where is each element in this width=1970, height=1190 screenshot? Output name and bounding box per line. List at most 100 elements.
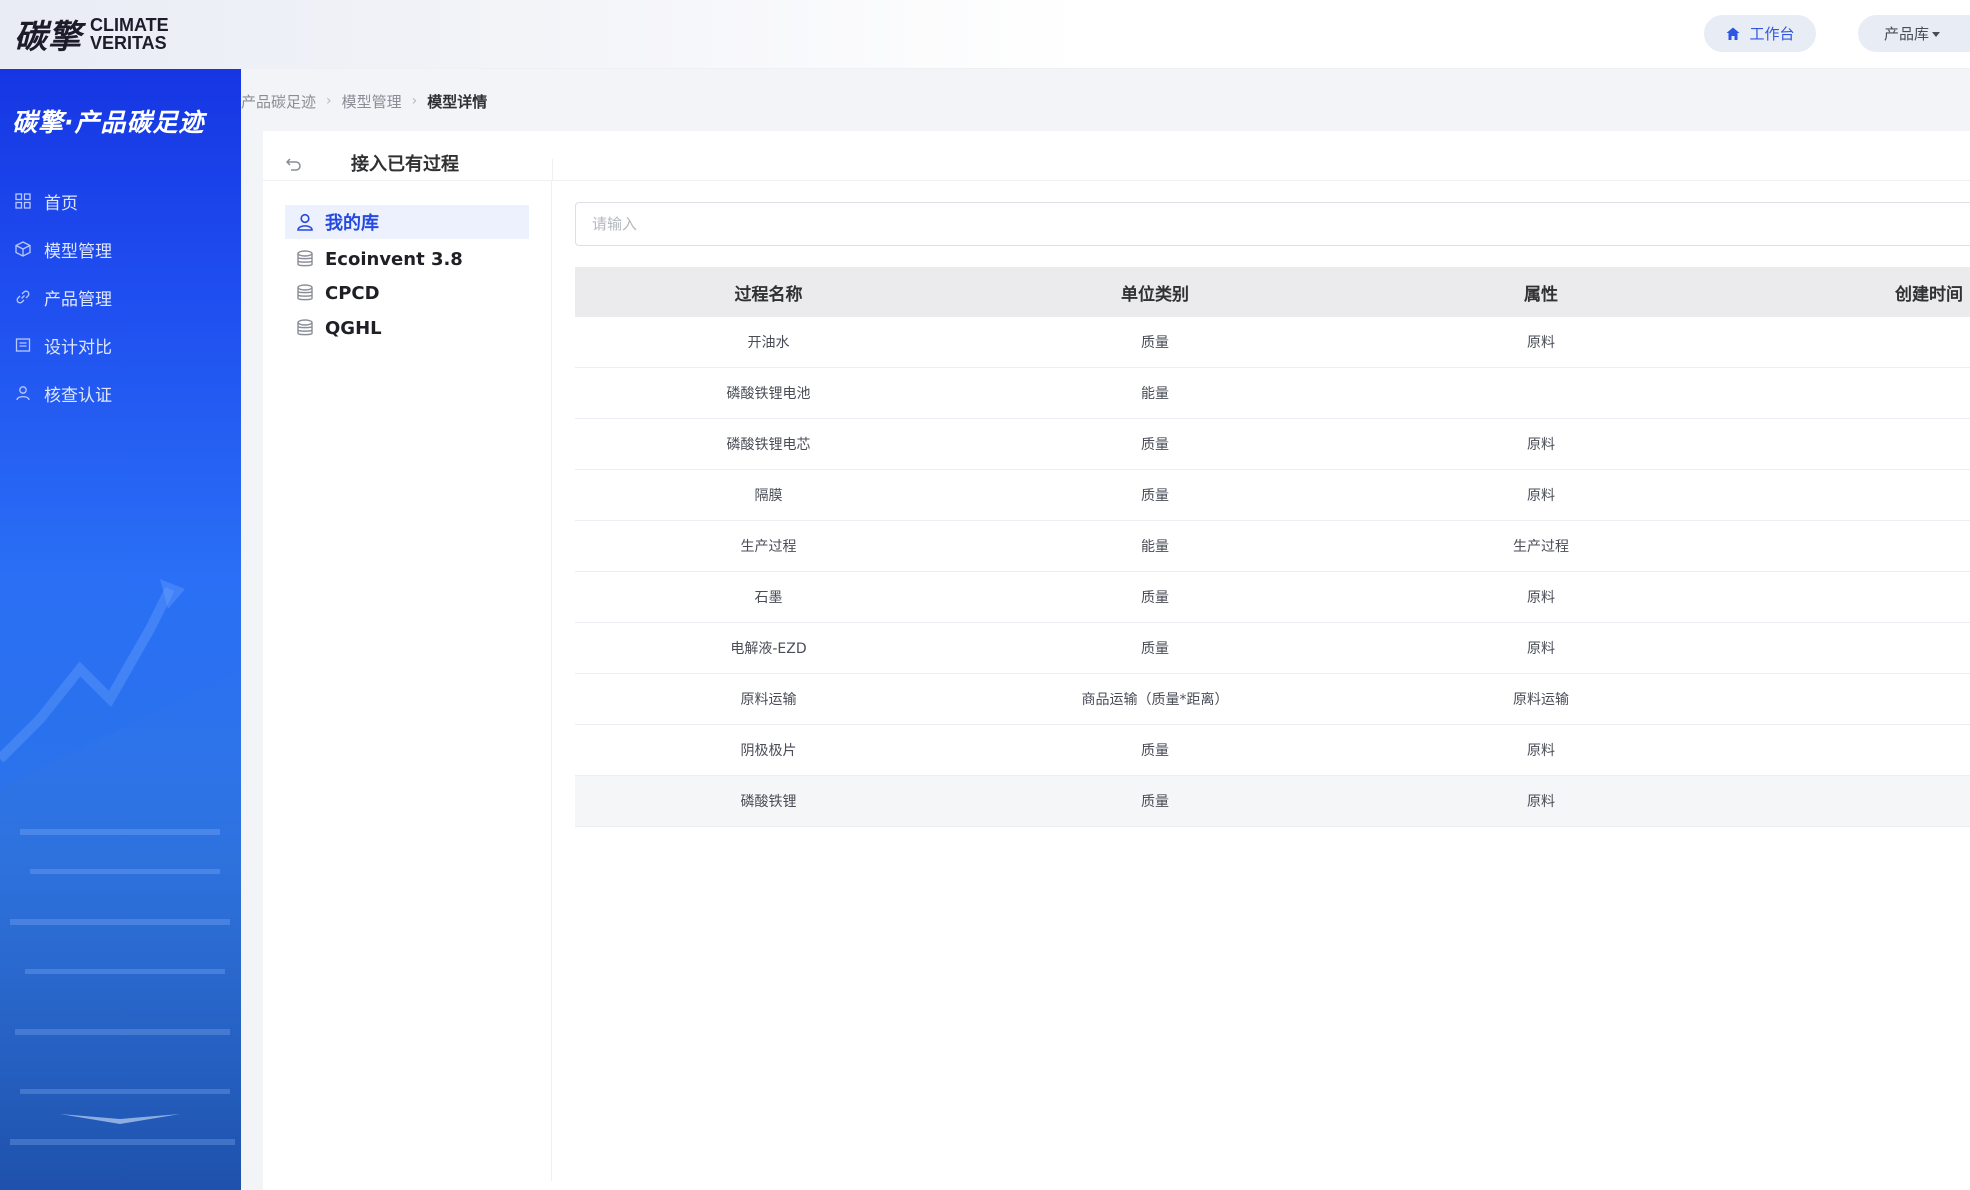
- process-table: 过程名称 单位类别 属性 创建时间 开油水 质量 原料 磷酸铁锂电池 能量 磷酸铁锂电芯质…: [575, 267, 1970, 827]
- product-library-dropdown[interactable]: 产品库: [1858, 15, 1970, 52]
- cell-process-name: 电解液-EZD: [730, 641, 807, 657]
- breadcrumb: 产品碳足迹 › 模型管理 › 模型详情: [241, 89, 487, 113]
- table-body: 开油水 质量 原料 磷酸铁锂电池 能量 磷酸铁锂电芯 质量 原料 隔膜 质量 原料 生产过程 能量 生产过…: [575, 317, 1970, 827]
- cell-unit-type: 质量: [1141, 437, 1169, 453]
- library-item-qghl[interactable]: QGHL: [285, 311, 529, 345]
- column-header-unit-type[interactable]: 单位类别: [962, 280, 1348, 305]
- library-item-my-library[interactable]: 我的库: [285, 205, 529, 239]
- workbench-label: 工作台: [1749, 25, 1795, 43]
- library-item-label: CPCD: [325, 282, 380, 304]
- back-icon[interactable]: [285, 155, 303, 173]
- cell-process-name: 磷酸铁锂电芯: [726, 437, 811, 453]
- cell-attribute: 原料: [1527, 335, 1555, 351]
- link-icon: [16, 290, 30, 304]
- cell-attribute: 原料: [1527, 590, 1555, 606]
- cell-unit-type: 质量: [1141, 335, 1169, 351]
- cell-process-name: 原料运输: [740, 692, 797, 708]
- table-row[interactable]: 隔膜 质量 原料: [575, 470, 1970, 521]
- cell-attribute: 原料: [1527, 488, 1555, 504]
- cell-attribute: 原料: [1527, 743, 1555, 759]
- table-row[interactable]: 开油水 质量 原料: [575, 317, 1970, 368]
- home-icon: [1726, 27, 1740, 40]
- cell-unit-type: 质量: [1141, 743, 1169, 759]
- cell-unit-type: 质量: [1141, 794, 1169, 810]
- cell-process-name: 磷酸铁锂电池: [726, 386, 811, 402]
- sidebar-item-label: 首页: [44, 193, 78, 214]
- cell-attribute: 原料: [1527, 794, 1555, 810]
- breadcrumb-item[interactable]: 产品碳足迹: [241, 91, 316, 112]
- table-row[interactable]: 磷酸铁锂 质量 原料: [575, 776, 1970, 827]
- library-item-ecoinvent[interactable]: Ecoinvent 3.8: [285, 242, 529, 276]
- cell-attribute: 原料: [1527, 437, 1555, 453]
- cell-attribute: 原料: [1527, 641, 1555, 657]
- dashboard-icon: [15, 193, 31, 209]
- logo-cn: 碳擎: [14, 17, 82, 56]
- library-item-label: 我的库: [325, 213, 379, 234]
- database-icon: [297, 319, 313, 336]
- table-row[interactable]: 石墨 质量 原料: [575, 572, 1970, 623]
- cell-attribute: 原料运输: [1513, 692, 1569, 708]
- compare-icon: [15, 338, 31, 352]
- caret-down-icon: [1932, 31, 1941, 37]
- logo-en-line2: VERITAS: [90, 33, 167, 53]
- cell-unit-type: 质量: [1141, 590, 1169, 606]
- table-row[interactable]: 生产过程 能量 生产过程: [575, 521, 1970, 572]
- cell-attribute: 生产过程: [1513, 539, 1569, 555]
- column-header-attribute[interactable]: 属性: [1348, 280, 1734, 305]
- sidebar-brand: 碳擎·产品碳足迹: [12, 108, 205, 137]
- column-header-process-name[interactable]: 过程名称: [575, 280, 962, 305]
- cell-process-name: 开油水: [747, 335, 790, 351]
- sidebar: 碳擎·产品碳足迹 首页 模型管理 产品管理 设计对比 核查认证: [0, 69, 241, 1190]
- cell-process-name: 生产过程: [740, 539, 797, 555]
- table-row[interactable]: 磷酸铁锂电芯 质量 原料: [575, 419, 1970, 470]
- database-icon: [297, 250, 313, 267]
- table-row[interactable]: 电解液-EZD 质量 原料: [575, 623, 1970, 674]
- sidebar-item-label: 设计对比: [44, 337, 112, 358]
- sidebar-item-verification[interactable]: 核查认证: [14, 378, 112, 408]
- breadcrumb-separator-icon: ›: [326, 93, 332, 109]
- breadcrumb-item[interactable]: 模型管理: [342, 91, 402, 112]
- library-list: 我的库 Ecoinvent 3.8 CPCD QGHL: [263, 181, 552, 1181]
- cell-unit-type: 质量: [1141, 641, 1169, 657]
- library-item-cpcd[interactable]: CPCD: [285, 276, 529, 310]
- logo-en: CLIMATE VERITAS: [90, 16, 169, 52]
- product-library-label: 产品库: [1884, 25, 1930, 43]
- cell-process-name: 石墨: [754, 590, 783, 606]
- cell-unit-type: 能量: [1141, 539, 1169, 555]
- sidebar-item-label: 核查认证: [44, 385, 112, 406]
- breadcrumb-current: 模型详情: [427, 92, 488, 111]
- sidebar-item-label: 模型管理: [44, 241, 112, 262]
- logo-en-line1: CLIMATE: [90, 15, 169, 35]
- cell-unit-type: 能量: [1141, 386, 1169, 402]
- top-bar: 碳擎 CLIMATE VERITAS 工作台 产品库: [0, 0, 1970, 69]
- breadcrumb-separator-icon: ›: [411, 93, 418, 109]
- library-item-label: Ecoinvent 3.8: [325, 248, 463, 270]
- table-row[interactable]: 阴极极片 质量 原料: [575, 725, 1970, 776]
- cell-unit-type: 商品运输（质量*距离）: [1081, 692, 1229, 708]
- main-panel: 接入已有过程 我的库 Ecoinvent 3.8 CPCD QGHL 请输入 过…: [263, 131, 1970, 1190]
- table-header: 过程名称 单位类别 属性 创建时间: [575, 267, 1970, 317]
- sidebar-item-product-management[interactable]: 产品管理: [14, 282, 112, 312]
- sidebar-item-label: 产品管理: [44, 289, 112, 310]
- logo[interactable]: 碳擎 CLIMATE VERITAS: [14, 12, 169, 56]
- column-header-created-time[interactable]: 创建时间: [1734, 280, 1970, 305]
- cell-process-name: 阴极极片: [740, 743, 797, 759]
- table-row[interactable]: 磷酸铁锂电池 能量: [575, 368, 1970, 419]
- search-input[interactable]: [575, 202, 1970, 246]
- sidebar-item-model-management[interactable]: 模型管理: [14, 234, 112, 264]
- cell-process-name: 磷酸铁锂: [740, 794, 797, 810]
- panel-title: 接入已有过程: [351, 154, 459, 175]
- user-icon: [297, 213, 313, 231]
- cell-unit-type: 质量: [1141, 488, 1169, 504]
- library-item-label: QGHL: [325, 317, 382, 339]
- cube-icon: [15, 241, 31, 257]
- cell-process-name: 隔膜: [754, 488, 783, 504]
- header-divider: [552, 159, 553, 181]
- sidebar-item-design-compare[interactable]: 设计对比: [14, 330, 112, 360]
- sidebar-item-home[interactable]: 首页: [14, 186, 78, 216]
- user-icon: [16, 386, 30, 401]
- panel-header: 接入已有过程: [263, 131, 1970, 181]
- database-icon: [297, 284, 313, 301]
- workbench-button[interactable]: 工作台: [1704, 15, 1816, 52]
- table-row[interactable]: 原料运输 商品运输（质量*距离） 原料运输: [575, 674, 1970, 725]
